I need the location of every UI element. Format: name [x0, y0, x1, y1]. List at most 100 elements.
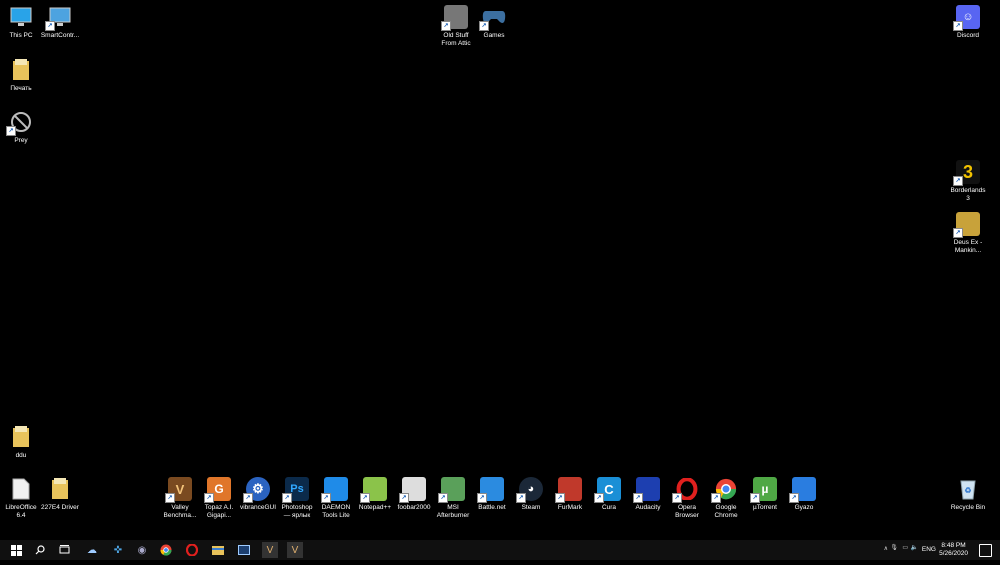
desktop-icon-label: 227E4 Driver	[41, 504, 79, 511]
opera-taskbar-icon[interactable]	[184, 542, 200, 558]
desktop-icon[interactable]: G ↗ Topaz A.I. Gigapi...	[199, 477, 239, 519]
desktop-icon[interactable]: ◕ ↗ Steam	[511, 477, 551, 512]
window-taskbar-icon[interactable]	[236, 542, 252, 558]
desktop-icon[interactable]: ☺ ↗ Discord	[948, 5, 988, 40]
explorer-taskbar-icon[interactable]	[210, 542, 226, 558]
desktop-icon[interactable]: ↗ Notepad++	[355, 477, 395, 512]
desktop-icon-label: Печать	[10, 85, 32, 92]
shortcut-arrow-icon: ↗	[555, 493, 565, 503]
clock-date: 5/26/2020	[939, 550, 968, 557]
desktop-icon[interactable]: This PC	[1, 5, 41, 40]
desktop-icon-label: MSI Afterburner	[436, 504, 470, 519]
valley-taskbar-icon[interactable]: V	[262, 542, 278, 558]
desktop-icon-label: Discord	[956, 32, 980, 39]
shortcut-arrow-icon: ↗	[282, 493, 292, 503]
desktop-icon-label: Battle.net	[478, 504, 506, 511]
monitor-icon	[9, 5, 33, 29]
start-icon[interactable]	[8, 542, 24, 558]
app-icon-2[interactable]: ✜	[110, 542, 126, 558]
desktop-icon[interactable]: ↗ foobar2000	[394, 477, 434, 512]
steam-icon: ◕ ↗	[516, 477, 543, 503]
shortcut-arrow-icon: ↗	[165, 493, 175, 503]
search-icon[interactable]	[32, 542, 48, 558]
desktop-icon-label: Google Chrome	[714, 504, 738, 519]
shortcut-arrow-icon: ↗	[672, 493, 682, 503]
shortcut-arrow-icon: ↗	[441, 21, 451, 31]
chrome-taskbar-icon[interactable]	[158, 542, 174, 558]
desktop-icon[interactable]: ↗ Google Chrome	[706, 477, 746, 519]
desktop-icon[interactable]: ⚙ ↗ vibranceGUI	[238, 477, 278, 512]
app-icon-1[interactable]: ☁	[84, 542, 100, 558]
desktop-icon-label: SmartContr...	[40, 32, 80, 39]
borderlands-icon: 3 ↗	[953, 160, 980, 186]
task-view-icon[interactable]	[56, 542, 72, 558]
desktop-icon[interactable]: C ↗ Cura	[589, 477, 629, 512]
cura-icon: C ↗	[594, 477, 621, 503]
shortcut-arrow-icon: ↗	[633, 493, 643, 503]
desktop-icon-label: Gyazo	[794, 504, 814, 511]
desktop-icon[interactable]: ♻ Recycle Bin	[948, 477, 988, 512]
desktop-icon[interactable]: V ↗ Valley Benchma...	[160, 477, 200, 519]
desktop-icon[interactable]: ↗ Games	[474, 5, 514, 40]
desktop-icon-label: This PC	[9, 32, 33, 39]
network-icon[interactable]: ▭	[902, 544, 908, 564]
desktop-icon[interactable]: ↗ SmartContr...	[40, 5, 80, 40]
desktop-icon[interactable]: µ ↗ µTorrent	[745, 477, 785, 512]
desktop-icon[interactable]: ↗ MSI Afterburner	[433, 477, 473, 519]
desktop-icon[interactable]: ↗ Battle.net	[472, 477, 512, 512]
shortcut-arrow-icon: ↗	[321, 493, 331, 503]
deusex-icon: ↗	[953, 212, 980, 238]
shortcut-arrow-icon: ↗	[45, 21, 55, 31]
desktop-icon[interactable]: ↗ Audacity	[628, 477, 668, 512]
desktop-icon[interactable]: ↗ Gyazo	[784, 477, 824, 512]
desktop-icon[interactable]: 227E4 Driver	[40, 477, 80, 512]
notification-icon[interactable]	[979, 544, 992, 557]
desktop-icon-label: ddu	[15, 452, 27, 459]
chrome-icon: ↗	[711, 477, 738, 503]
volume-icon[interactable]: 🔈	[911, 544, 918, 564]
language-indicator[interactable]: ENG	[922, 546, 936, 553]
discord-icon: ☺ ↗	[953, 5, 980, 31]
afterburner-icon: ↗	[438, 477, 465, 503]
valley-taskbar-icon-2[interactable]: V	[287, 542, 303, 558]
shortcut-arrow-icon: ↗	[204, 493, 214, 503]
desktop-icon-label: Photoshop — ярлык	[281, 504, 313, 519]
prey-icon: ↗	[6, 110, 33, 136]
battlenet-icon: ↗	[477, 477, 504, 503]
shortcut-arrow-icon: ↗	[6, 126, 16, 136]
steam-taskbar-icon[interactable]: ◉	[134, 542, 150, 558]
shortcut-arrow-icon: ↗	[477, 493, 487, 503]
shortcut-arrow-icon: ↗	[953, 228, 963, 238]
desktop-icon[interactable]: ↗ Deus Ex - Mankin...	[948, 212, 988, 254]
desktop-icon[interactable]: ddu	[1, 425, 41, 460]
folder-icon	[9, 425, 33, 449]
desktop-icon-label: Audacity	[635, 504, 661, 511]
shortcut-arrow-icon: ↗	[750, 493, 760, 503]
shortcut-arrow-icon: ↗	[243, 493, 253, 503]
desktop-icon-label: Steam	[521, 504, 541, 511]
desktop-icon[interactable]: ↗ FurMark	[550, 477, 590, 512]
foobar-icon: ↗	[399, 477, 426, 503]
clock-time: 8:48 PM	[941, 542, 966, 549]
desktop-icon-label: FurMark	[557, 504, 583, 511]
gyazo-icon: ↗	[789, 477, 816, 503]
microphone-icon[interactable]: 🎙	[890, 544, 898, 564]
photoshop-icon: Ps ↗	[282, 477, 309, 503]
desktop-icon[interactable]: ↗ Old Stuff From Attic	[436, 5, 476, 47]
desktop-icon[interactable]: Печать	[1, 58, 41, 93]
topaz-icon: G ↗	[204, 477, 231, 503]
taskbar: ☁ ✜ ◉ V V ∧ 🎙 ▭ 🔈 ENG 8:48 PM 5/26/2020	[0, 540, 1000, 560]
tray-chevron-icon[interactable]: ∧	[884, 545, 888, 565]
desktop-icon[interactable]: 3 ↗ Borderlands 3	[948, 160, 988, 202]
desktop-icon[interactable]: ↗ DAEMON Tools Lite	[316, 477, 356, 519]
shortcut-arrow-icon: ↗	[438, 493, 448, 503]
desktop-icon[interactable]: LibreOffice 6.4	[1, 477, 41, 519]
desktop-icon[interactable]: ↗ Opera Browser	[667, 477, 707, 519]
desktop-icon[interactable]: Ps ↗ Photoshop — ярлык	[277, 477, 317, 519]
clock[interactable]: 8:48 PM 5/26/2020	[939, 542, 968, 558]
notepad-icon: ↗	[360, 477, 387, 503]
folder-people-icon: ↗	[441, 5, 468, 31]
desktop-icon[interactable]: ↗ Prey	[1, 110, 41, 145]
shortcut-arrow-icon: ↗	[516, 493, 526, 503]
daemon-icon: ↗	[321, 477, 348, 503]
